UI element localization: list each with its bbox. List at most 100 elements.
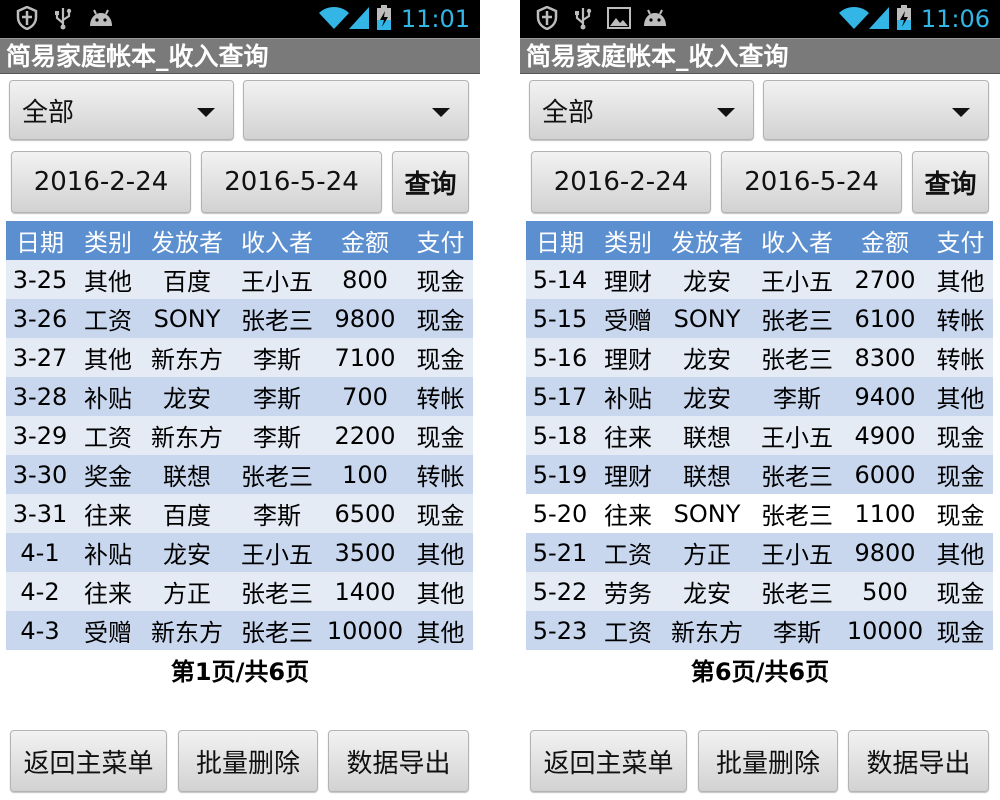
cell-category: 理财 (604, 463, 652, 491)
cell-amount: 100 (342, 460, 388, 489)
table-header: 日期 类别 发放者 收入者 金额 支付 (526, 221, 993, 260)
cell-payment: 转帐 (416, 463, 465, 491)
usb-icon (572, 6, 594, 30)
table-row[interactable]: 3-30 奖金 联想 张老三 100 转帐 (6, 455, 473, 494)
table-row[interactable]: 3-25 其他 百度 王小五 800 现金 (6, 260, 473, 299)
cell-payee: 李斯 (253, 424, 301, 452)
end-date-label: 2016-5-24 (224, 167, 359, 197)
cell-payee: 张老三 (761, 502, 833, 530)
batch-delete-button[interactable]: 批量删除 (178, 730, 318, 792)
cell-payee: 李斯 (253, 502, 301, 530)
dropdown-arrow-icon (197, 108, 215, 117)
cell-amount: 3500 (334, 538, 396, 567)
batch-delete-label: 批量删除 (195, 748, 300, 779)
table-row[interactable]: 4-1 补贴 龙安 王小五 3500 其他 (6, 533, 473, 572)
cell-amount: 1100 (854, 499, 916, 528)
start-date-button[interactable]: 2016-2-24 (11, 151, 191, 213)
title-bar: 简易家庭帐本_收入查询 (0, 38, 480, 74)
cell-amount: 10000 (846, 616, 924, 645)
cell-date: 5-15 (532, 304, 588, 333)
cell-category: 其他 (84, 268, 132, 296)
cell-payment: 其他 (416, 541, 465, 569)
cell-amount: 2700 (854, 265, 916, 294)
page-indicator: 第1页/共6页 (170, 658, 310, 686)
income-table: 日期 类别 发放者 收入者 金额 支付 3-25 其他 百度 王小五 800 现… (6, 221, 473, 650)
cell-category: 工资 (84, 307, 132, 335)
cell-date: 5-18 (532, 421, 588, 450)
query-button[interactable]: 查询 (912, 151, 989, 213)
wifi-icon (318, 6, 350, 30)
category-spinner-value: 全部 (22, 97, 75, 128)
end-date-button[interactable]: 2016-5-24 (721, 151, 902, 213)
phone-screen-1: 11:01 简易家庭帐本_收入查询 全部 2016-2-24 2016-5-24… (0, 0, 480, 800)
cell-amount: 6100 (854, 304, 916, 333)
cell-amount: 9400 (854, 382, 916, 411)
signal-icon (868, 6, 890, 30)
cell-payment: 现金 (936, 424, 985, 452)
table-row[interactable]: 5-23 工资 新东方 李斯 10000 现金 (526, 611, 993, 650)
cell-payer: 联想 (683, 424, 731, 452)
table-row[interactable]: 3-31 往来 百度 李斯 6500 现金 (6, 494, 473, 533)
dropdown-arrow-icon (952, 108, 970, 117)
cell-payee: 王小五 (761, 268, 833, 296)
cell-date: 3-26 (12, 304, 68, 333)
table-row[interactable]: 5-15 受赠 SONY 张老三 6100 转帐 (526, 299, 993, 338)
cell-date: 5-22 (532, 577, 588, 606)
table-row[interactable]: 5-19 理财 联想 张老三 6000 现金 (526, 455, 993, 494)
header-payer: 发放者 (671, 229, 743, 257)
query-button-label: 查询 (404, 169, 457, 200)
start-date-button[interactable]: 2016-2-24 (531, 151, 711, 213)
header-payee: 收入者 (241, 229, 313, 257)
query-button-label: 查询 (924, 169, 977, 200)
cell-date: 3-31 (12, 499, 68, 528)
cell-category: 补贴 (84, 385, 132, 413)
dropdown-arrow-icon (717, 108, 735, 117)
cell-amount: 2200 (334, 421, 396, 450)
export-data-button[interactable]: 数据导出 (328, 730, 469, 792)
category-spinner[interactable]: 全部 (529, 80, 754, 140)
back-to-menu-label: 返回主菜单 (543, 748, 674, 779)
secondary-spinner[interactable] (763, 80, 989, 140)
table-row[interactable]: 3-27 其他 新东方 李斯 7100 现金 (6, 338, 473, 377)
table-row[interactable]: 5-22 劳务 龙安 张老三 500 现金 (526, 572, 993, 611)
cell-category: 劳务 (604, 580, 652, 608)
cell-payment: 其他 (416, 619, 465, 647)
cell-category: 受赠 (604, 307, 652, 335)
secondary-spinner[interactable] (243, 80, 469, 140)
table-row[interactable]: 5-20 往来 SONY 张老三 1100 现金 (526, 494, 993, 533)
battery-charging-icon (894, 5, 914, 30)
table-row[interactable]: 5-14 理财 龙安 王小五 2700 其他 (526, 260, 993, 299)
table-row[interactable]: 5-16 理财 龙安 张老三 8300 转帐 (526, 338, 993, 377)
batch-delete-button[interactable]: 批量删除 (698, 730, 838, 792)
status-time: 11:06 (920, 5, 990, 33)
cell-payment: 转帐 (936, 307, 985, 335)
table-row[interactable]: 5-21 工资 方正 王小五 9800 其他 (526, 533, 993, 572)
table-row[interactable]: 5-18 往来 联想 王小五 4900 现金 (526, 416, 993, 455)
table-row[interactable]: 3-26 工资 SONY 张老三 9800 现金 (6, 299, 473, 338)
shield-icon (14, 6, 40, 30)
table-row[interactable]: 5-17 补贴 龙安 李斯 9400 其他 (526, 377, 993, 416)
back-to-menu-button[interactable]: 返回主菜单 (530, 730, 687, 792)
table-row[interactable]: 4-3 受赠 新东方 张老三 10000 其他 (6, 611, 473, 650)
cell-category: 其他 (84, 346, 132, 374)
cell-date: 5-16 (532, 343, 588, 372)
table-row[interactable]: 3-28 补贴 龙安 李斯 700 转帐 (6, 377, 473, 416)
table-row[interactable]: 4-2 往来 方正 张老三 1400 其他 (6, 572, 473, 611)
cell-date: 5-23 (532, 616, 588, 645)
query-button[interactable]: 查询 (392, 151, 469, 213)
table-row[interactable]: 3-29 工资 新东方 李斯 2200 现金 (6, 416, 473, 455)
cell-date: 3-25 (12, 265, 68, 294)
cell-payer: 百度 (163, 268, 211, 296)
back-to-menu-button[interactable]: 返回主菜单 (10, 730, 167, 792)
export-data-button[interactable]: 数据导出 (848, 730, 989, 792)
cell-payee: 张老三 (761, 463, 833, 491)
cell-amount: 800 (342, 265, 388, 294)
cell-date: 3-28 (12, 382, 68, 411)
end-date-label: 2016-5-24 (744, 167, 879, 197)
category-spinner[interactable]: 全部 (9, 80, 234, 140)
cell-payment: 转帐 (936, 346, 985, 374)
cell-category: 工资 (604, 619, 652, 647)
cell-date: 3-30 (12, 460, 68, 489)
image-icon (606, 6, 632, 30)
end-date-button[interactable]: 2016-5-24 (201, 151, 382, 213)
